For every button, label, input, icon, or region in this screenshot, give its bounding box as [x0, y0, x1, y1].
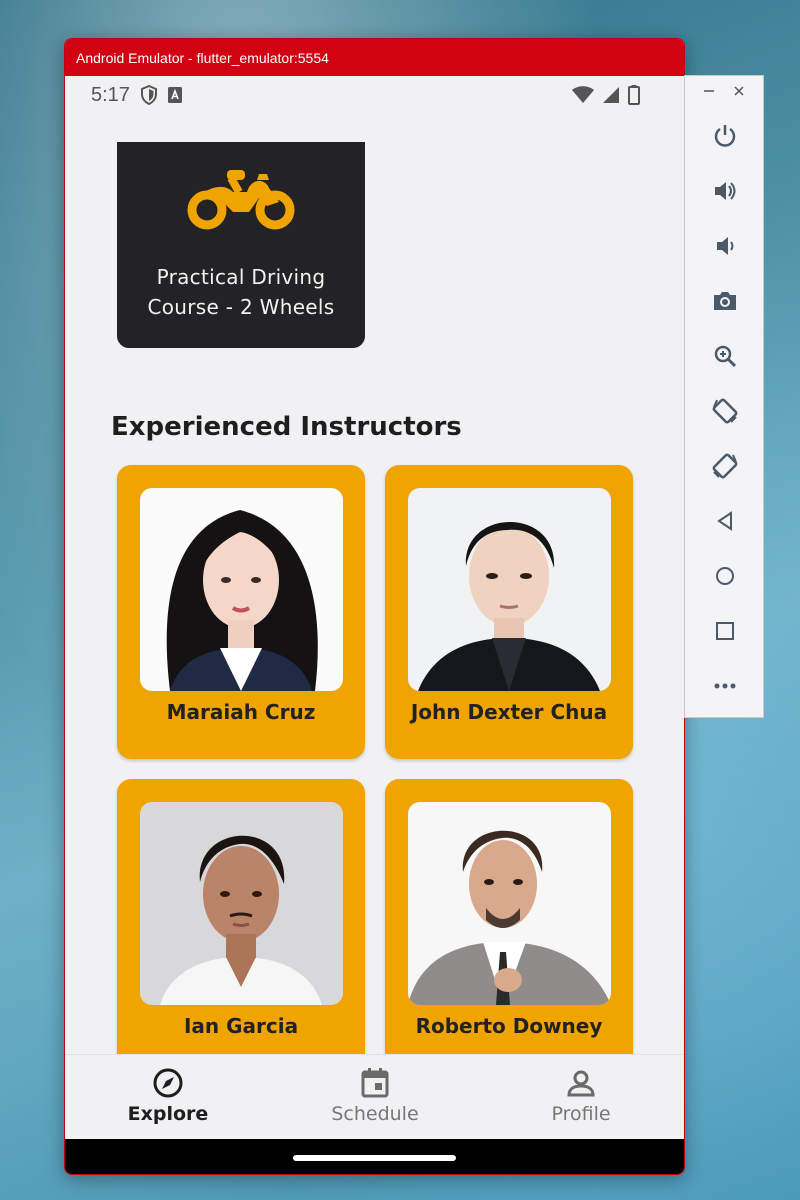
volume-up-button[interactable]	[709, 175, 741, 207]
instructor-card-john-dexter-chua[interactable]: John Dexter Chua	[385, 465, 633, 759]
home-gesture-pill[interactable]	[293, 1155, 456, 1161]
instructor-name: Roberto Downey	[415, 1014, 603, 1038]
signal-icon	[603, 87, 619, 103]
volume-up-icon	[715, 182, 736, 200]
emulator-window: Android Emulator - flutter_emulator:5554…	[64, 38, 685, 1175]
instructor-card-roberto-downey[interactable]: Roberto Downey	[385, 779, 633, 1073]
overview-icon	[716, 622, 734, 640]
nav-item-explore[interactable]: Explore	[98, 1067, 238, 1125]
nav-item-profile[interactable]: Profile	[511, 1067, 651, 1125]
keyboard-a-icon	[167, 87, 182, 103]
window-titlebar[interactable]: Android Emulator - flutter_emulator:5554	[65, 39, 684, 76]
camera-icon	[714, 292, 736, 310]
android-status-bar: 5:17	[65, 76, 684, 114]
power-button[interactable]	[709, 120, 741, 152]
window-title: Android Emulator - flutter_emulator:5554	[76, 49, 329, 66]
nav-label-profile: Profile	[551, 1103, 611, 1125]
close-icon[interactable]	[732, 84, 746, 98]
motorcycle-icon	[187, 170, 295, 230]
battery-icon	[628, 85, 640, 105]
instructor-photo	[408, 802, 611, 1005]
calendar-icon	[361, 1068, 389, 1098]
home-icon	[716, 567, 734, 585]
minimize-icon[interactable]	[702, 84, 716, 98]
instructor-name: Maraiah Cruz	[166, 700, 316, 724]
rotate-left-icon	[712, 398, 738, 424]
instructor-card-maraiah-cruz[interactable]: Maraiah Cruz	[117, 465, 365, 759]
instructor-photo	[408, 488, 611, 691]
rotate-right-button[interactable]	[709, 450, 741, 482]
section-title: Experienced Instructors	[111, 412, 462, 442]
compass-icon	[153, 1068, 183, 1098]
more-button[interactable]	[709, 670, 741, 702]
nav-item-schedule[interactable]: Schedule	[305, 1067, 445, 1125]
wifi-icon	[572, 86, 594, 103]
instructor-name: Ian Garcia	[183, 1014, 299, 1038]
bottom-navigation: Explore Schedule Profile	[65, 1054, 684, 1139]
zoom-button[interactable]	[709, 340, 741, 372]
shield-icon	[140, 85, 157, 105]
instructor-card-ian-garcia[interactable]: Ian Garcia	[117, 779, 365, 1073]
zoom-icon	[714, 345, 737, 368]
gesture-navigation-bar	[65, 1139, 684, 1174]
instructor-photo	[140, 802, 343, 1005]
overview-button[interactable]	[709, 615, 741, 647]
more-icon	[714, 683, 736, 689]
nav-label-schedule: Schedule	[331, 1103, 419, 1125]
status-time: 5:17	[91, 83, 130, 106]
rotate-right-icon	[712, 453, 738, 479]
rotate-left-button[interactable]	[709, 395, 741, 427]
instructor-name: John Dexter Chua	[410, 700, 608, 724]
person-icon	[567, 1070, 595, 1097]
screenshot-button[interactable]	[709, 285, 741, 317]
volume-down-icon	[717, 237, 734, 255]
course-card[interactable]: Practical Driving Course - 2 Wheels	[117, 142, 365, 348]
emulator-toolbar	[684, 75, 764, 718]
back-button[interactable]	[709, 505, 741, 537]
home-button[interactable]	[709, 560, 741, 592]
nav-label-explore: Explore	[127, 1103, 209, 1125]
course-title: Practical Driving Course - 2 Wheels	[147, 265, 335, 319]
volume-down-button[interactable]	[709, 230, 741, 262]
app-content: Practical Driving Course - 2 Wheels Expe…	[65, 114, 684, 1094]
back-icon	[717, 511, 732, 531]
power-icon	[714, 125, 736, 147]
instructor-photo	[140, 488, 343, 691]
